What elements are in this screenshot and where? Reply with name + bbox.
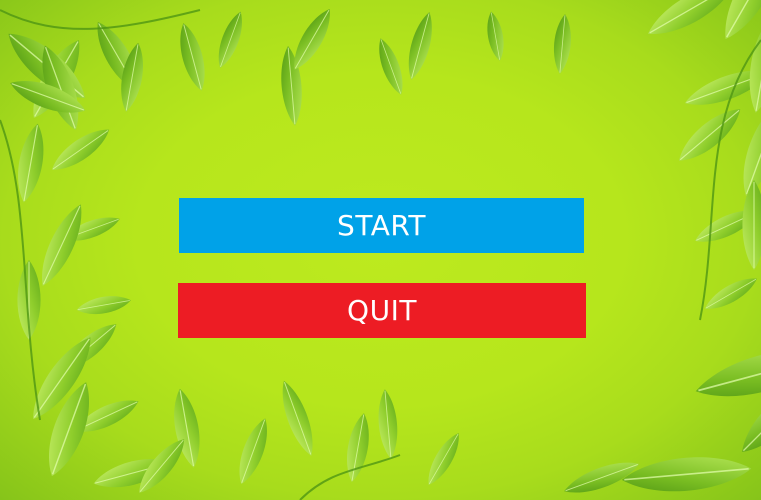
leaf-cluster-right bbox=[640, 0, 761, 317]
start-button[interactable]: START bbox=[179, 198, 584, 253]
leaf-cluster-bottom-right bbox=[560, 336, 761, 500]
main-menu-screen: START QUIT bbox=[0, 0, 761, 500]
leaf-cluster-top bbox=[0, 3, 574, 136]
quit-button[interactable]: QUIT bbox=[178, 283, 586, 338]
leaf-cluster-bottom bbox=[131, 376, 467, 500]
